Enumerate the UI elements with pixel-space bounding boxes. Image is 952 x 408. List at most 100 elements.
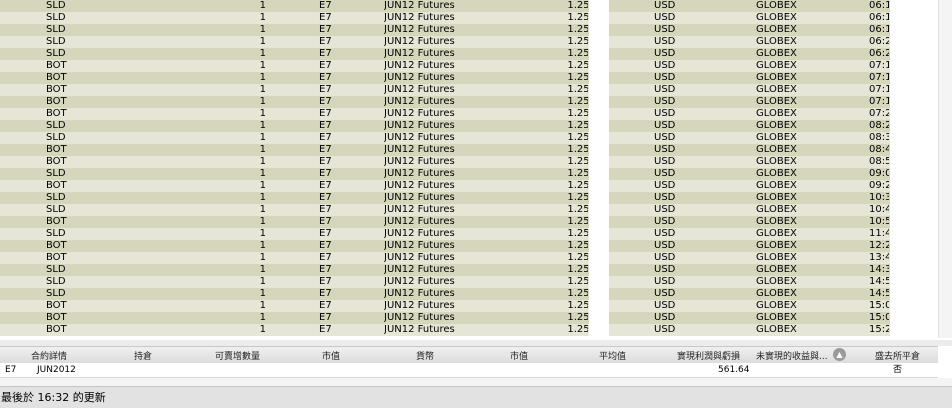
trade-side: BOT [46,144,67,155]
trade-description: JUN12 Futures [384,156,455,167]
trade-description: JUN12 Futures [384,240,455,251]
trade-row[interactable]: BOT 1 E7 JUN12 Futures 1.256 USD GLOBEX 15:2 [0,324,952,336]
trade-price: 1.257 [530,216,588,228]
trade-description: JUN12 Futures [384,24,455,35]
trade-side: SLD [46,48,66,59]
trade-description: JUN12 Futures [384,168,455,179]
trade-side: SLD [46,228,66,239]
trade-symbol: E7 [319,252,332,263]
trade-row[interactable]: SLD 1 E7 JUN12 Futures 1.258 USD GLOBEX 10:4 [0,204,952,216]
trade-side: BOT [46,108,67,119]
trade-qty: 1 [259,168,266,179]
trade-currency: USD [654,252,676,263]
trade-price-text: 1.255 [567,24,588,35]
trade-row[interactable]: SLD 1 E7 JUN12 Futures 1.257 USD GLOBEX 08:2 [0,120,952,132]
trade-row[interactable]: BOT 1 E7 JUN12 Futures 1.257 USD GLOBEX 15:0 [0,312,952,324]
header-avg-price[interactable]: 平均值 [599,349,626,362]
trade-exchange: GLOBEX [756,324,797,335]
trade-row[interactable]: BOT 1 E7 JUN12 Futures 1.255 USD GLOBEX 07:1 [0,96,952,108]
trade-price-text: 1.255 [567,96,588,107]
trade-side: SLD [46,0,66,11]
vertical-scrollbar[interactable] [938,0,952,338]
trade-side: SLD [46,12,66,23]
trade-price: 1.255 [530,48,588,60]
header-marketable-qty[interactable]: 可賣增數量 [215,349,260,362]
header-market-price[interactable]: 市值 [510,349,528,362]
trade-price: 1.257 [530,120,588,132]
trade-qty: 1 [259,84,266,95]
header-contract[interactable]: 合約詳情 [31,349,67,362]
trade-row[interactable]: SLD 1 E7 JUN12 Futures 1.258 USD GLOBEX 11:4 [0,228,952,240]
trade-row[interactable]: SLD 1 E7 JUN12 Futures 1.259 USD GLOBEX 14:5 [0,288,952,300]
header-currency[interactable]: 貨幣 [416,349,434,362]
trade-row[interactable]: BOT 1 E7 JUN12 Futures 1.257 USD GLOBEX 08:4 [0,144,952,156]
header-unrealized-pnl[interactable]: 未實現的收益與... [756,349,828,362]
trade-row[interactable]: BOT 1 E7 JUN12 Futures 1.258 USD GLOBEX 07:2 [0,108,952,120]
portfolio-row[interactable]: E7 JUN2012 561.64 否 [0,363,938,378]
trade-side: BOT [46,156,67,167]
trade-row[interactable]: SLD 1 E7 JUN12 Futures 1.258 USD GLOBEX 09:0 [0,168,952,180]
trade-row[interactable]: BOT 1 E7 JUN12 Futures 1.257 USD GLOBEX 12:2 [0,240,952,252]
trade-exchange: GLOBEX [756,276,797,287]
trade-exchange: GLOBEX [756,168,797,179]
trade-row[interactable]: SLD 1 E7 JUN12 Futures 1.258 USD GLOBEX 14:5 [0,276,952,288]
trade-symbol: E7 [319,240,332,251]
trade-description: JUN12 Futures [384,312,455,323]
trade-symbol: E7 [319,24,332,35]
trade-price: 1.255 [530,96,588,108]
trade-time: 08:3 [869,132,889,143]
header-close-position[interactable]: 盛去所平倉 [875,349,920,362]
trade-price: 1.256 [530,324,588,336]
trade-row[interactable]: SLD 1 E7 JUN12 Futures 1.255 USD GLOBEX 06:2 [0,36,952,48]
trade-row[interactable]: SLD 1 E7 JUN12 Futures 1.258 USD GLOBEX 10:3 [0,192,952,204]
trade-price: 1.257 [530,240,588,252]
trade-row[interactable]: SLD 1 E7 JUN12 Futures 1.255 USD GLOBEX 06:1 [0,12,952,24]
portfolio-realized-pnl: 561.64 [718,365,750,375]
trade-qty: 1 [259,0,266,11]
trade-price-text: 1.258 [567,132,588,143]
trade-description: JUN12 Futures [384,192,455,203]
trade-row[interactable]: BOT 1 E7 JUN12 Futures 1.255 USD GLOBEX 07:1 [0,84,952,96]
trade-symbol: E7 [319,228,332,239]
trade-price-text: 1.255 [567,36,588,47]
trade-side: BOT [46,240,67,251]
trade-symbol: E7 [319,72,332,83]
trade-exchange: GLOBEX [756,48,797,59]
trade-qty: 1 [259,72,266,83]
header-realized-pnl[interactable]: 實現利潤與虧損 [677,349,740,362]
trade-price-text: 1.257 [567,156,588,167]
trade-qty: 1 [259,204,266,215]
sort-up-icon[interactable]: ▲ [833,348,846,361]
trade-row[interactable]: BOT 1 E7 JUN12 Futures 1.257 USD GLOBEX 08:5 [0,156,952,168]
trade-row[interactable]: SLD 1 E7 JUN12 Futures 1.255 USD GLOBEX 06:1 [0,24,952,36]
trade-side: SLD [46,168,66,179]
trade-row[interactable]: SLD 1 E7 JUN12 Futures 1.255 USD GLOBEX 06:2 [0,48,952,60]
trade-row[interactable]: SLD 1 E7 JUN12 Futures 1.256 USD GLOBEX 06:1 [0,0,952,12]
trade-row[interactable]: BOT 1 E7 JUN12 Futures 1.255 USD GLOBEX 07:1 [0,60,952,72]
trade-row[interactable]: SLD 1 E7 JUN12 Futures 1.258 USD GLOBEX 14:3 [0,264,952,276]
trade-row[interactable]: SLD 1 E7 JUN12 Futures 1.258 USD GLOBEX 08:3 [0,132,952,144]
trade-description: JUN12 Futures [384,132,455,143]
trade-row[interactable]: BOT 1 E7 JUN12 Futures 1.257 USD GLOBEX 13:4 [0,252,952,264]
trade-description: JUN12 Futures [384,48,455,59]
trade-row[interactable]: BOT 1 E7 JUN12 Futures 1.257 USD GLOBEX 09:2 [0,180,952,192]
header-market-value[interactable]: 市值 [322,349,340,362]
trade-time: 14:5 [869,288,889,299]
trade-symbol: E7 [319,324,332,335]
trade-price: 1.257 [530,312,588,324]
trade-exchange: GLOBEX [756,252,797,263]
trade-time: 08:2 [869,120,889,131]
trade-price-text: 1.255 [567,84,588,95]
trade-description: JUN12 Futures [384,324,455,335]
trade-row[interactable]: BOT 1 E7 JUN12 Futures 1.255 USD GLOBEX 07:1 [0,72,952,84]
trade-time: 13:4 [869,252,889,263]
trade-row[interactable]: BOT 1 E7 JUN12 Futures 1.257 USD GLOBEX 10:5 [0,216,952,228]
trade-row[interactable]: BOT 1 E7 JUN12 Futures 1.258 USD GLOBEX 15:0 [0,300,952,312]
trade-exchange: GLOBEX [756,300,797,311]
header-position[interactable]: 持倉 [134,349,152,362]
trade-price: 1.257 [530,144,588,156]
trade-price: 1.255 [530,72,588,84]
trade-currency: USD [654,72,676,83]
trade-exchange: GLOBEX [756,192,797,203]
trade-description: JUN12 Futures [384,144,455,155]
